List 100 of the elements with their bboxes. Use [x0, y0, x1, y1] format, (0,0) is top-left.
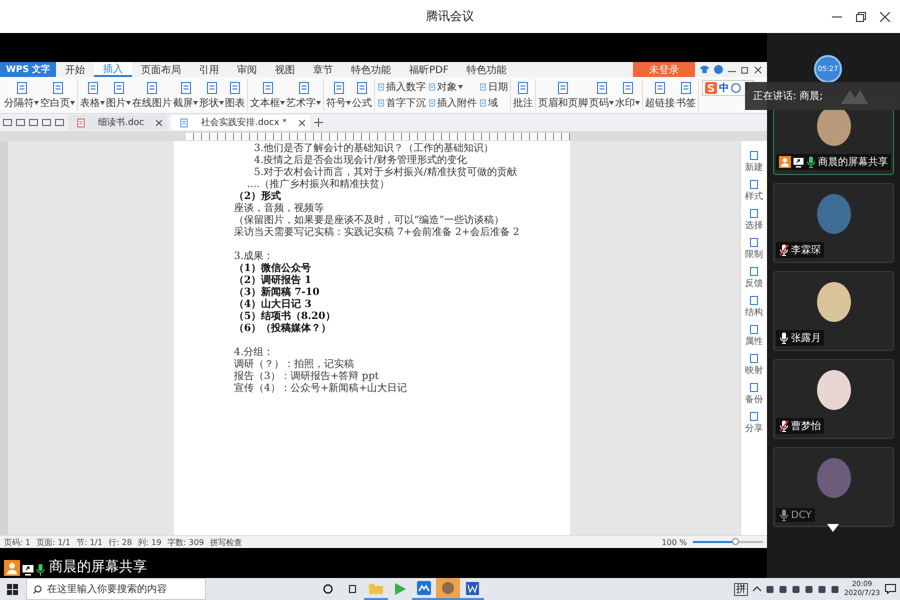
ribbon-tab[interactable]: 福昕PDF [400, 62, 458, 77]
document-icon [332, 80, 346, 94]
participant-name: 张露月 [791, 332, 821, 345]
spell-check-button[interactable]: 拼写检查 [210, 536, 242, 548]
status-item: 节: 1/1 [76, 536, 103, 548]
document-line: 4.疫情之后是否会出现会计/财务管理形式的变化 [253, 155, 468, 166]
toolbar-button[interactable]: 书签 [676, 80, 696, 110]
toolbar-button[interactable]: 分隔符 [4, 80, 39, 110]
document-icon [428, 83, 436, 91]
side-panel-button[interactable]: 选择 [745, 209, 763, 232]
document-icon [653, 80, 667, 94]
ribbon-tab[interactable]: 审阅 [228, 62, 266, 77]
side-panel-button[interactable]: 属性 [745, 325, 763, 348]
plus-icon[interactable] [314, 118, 323, 127]
side-panel-button[interactable]: 映射 [745, 354, 763, 377]
chevron-icon[interactable] [753, 586, 762, 592]
wps-menu-button[interactable]: WPS 文字 [0, 62, 56, 77]
side-panel-button[interactable]: 分享 [745, 412, 763, 435]
ribbon-tab[interactable]: 页面布局 [132, 62, 190, 77]
toolbar-button[interactable]: 艺术字 [286, 80, 321, 110]
caret-icon [609, 100, 614, 104]
notification-icon[interactable] [885, 584, 896, 594]
document-line: 3.他们是否了解会计的基础知识？（工作的基础知识） [253, 143, 495, 154]
toolbar-button[interactable]: 符号 [326, 80, 351, 110]
document-tab[interactable]: 细读书.doc [68, 115, 168, 130]
toolbar-button[interactable]: 插入数字 [377, 80, 426, 94]
toolbar-button[interactable]: 在线图片 [132, 80, 172, 110]
participant-tile[interactable]: DCY [773, 447, 894, 527]
participant-tile[interactable]: 曹梦怡 [773, 359, 894, 439]
ribbon-tab[interactable]: 开始 [56, 62, 94, 77]
document-icon [296, 80, 310, 94]
document-line: （3）新闻稿 7-10 [234, 287, 320, 298]
ribbon-tab[interactable]: 特色功能 [458, 62, 516, 77]
document-icon [750, 267, 758, 276]
toolbar-button[interactable]: 表格 [80, 80, 105, 110]
toolbar-button[interactable]: 图片 [106, 80, 131, 110]
document-line: 调研（？）：拍照，记实稿 [234, 359, 355, 370]
participant-name: 李霖琛 [791, 244, 821, 257]
close-icon[interactable] [298, 120, 305, 126]
close-icon[interactable] [156, 120, 162, 126]
restore-icon[interactable] [741, 66, 749, 74]
document-icon [377, 99, 385, 107]
caret-icon [100, 100, 105, 104]
caret-icon [458, 85, 463, 89]
toolbar-button[interactable]: 公式 [352, 80, 372, 110]
toolbar-button[interactable]: 形状 [199, 80, 224, 110]
side-panel-button[interactable]: 备份 [745, 383, 763, 406]
ribbon-tab[interactable]: 特色功能 [342, 62, 400, 77]
side-panel-button[interactable]: 限制 [745, 238, 763, 261]
caret-icon [280, 100, 285, 104]
toolbar-button[interactable]: 超链接 [645, 80, 675, 110]
ribbon-tab[interactable]: 引用 [190, 62, 228, 77]
input-method-indicator[interactable]: 拼 [734, 582, 748, 596]
toolbar-button[interactable]: 对象 [428, 80, 477, 94]
document-icon [750, 238, 758, 247]
window-grid-icon [6, 584, 18, 594]
document-tab[interactable]: 社会实践安排.docx * [171, 115, 310, 130]
toolbar-button[interactable]: 页码 [589, 80, 614, 110]
input-mode-label[interactable]: 中 [719, 81, 729, 95]
caret-icon [346, 100, 351, 104]
toolbar-button[interactable]: 批注 [513, 80, 533, 110]
document-icon [750, 412, 758, 421]
document-icon [86, 80, 100, 94]
status-item: 列: 19 [138, 536, 162, 548]
document-icon [76, 118, 86, 128]
toolbar-button[interactable]: 页眉和页脚 [538, 80, 588, 110]
scroll-down-icon[interactable] [827, 524, 839, 532]
document-icon [145, 80, 159, 94]
side-panel-button[interactable]: 新建 [745, 151, 763, 174]
screen-share-label: 商晨的屏幕共享 [49, 558, 147, 576]
document-icon [50, 80, 64, 94]
document-line: 4.分组： [234, 347, 275, 359]
side-panel-button[interactable]: 结构 [745, 296, 763, 319]
document-icon [112, 80, 126, 94]
restore-icon[interactable] [856, 12, 866, 22]
toolbar-button[interactable]: 空白页 [40, 80, 75, 110]
ribbon-tab[interactable]: 章节 [304, 62, 342, 77]
document-icon [750, 354, 758, 363]
ribbon-tab[interactable]: 视图 [266, 62, 304, 77]
toolbar-button[interactable]: 首字下沉 [377, 96, 426, 110]
toolbar-button[interactable]: 文本框 [250, 80, 285, 110]
caret-icon [126, 100, 131, 104]
participant-tile[interactable]: 张露月 [773, 271, 894, 351]
document-line: 采访当天需要写记实稿：实践记实稿 7+会前准备 2+会后准备 2 [234, 227, 520, 239]
toolbar-button[interactable]: 域 [479, 96, 508, 110]
caret-icon [219, 100, 224, 104]
toolbar-button[interactable]: 水印 [615, 80, 640, 110]
participant-tile[interactable]: 李霖琛 [773, 183, 894, 263]
toolbar-button[interactable]: 截屏 [173, 80, 198, 110]
close-icon[interactable] [754, 66, 762, 74]
toolbar-button[interactable]: 插入附件 [428, 96, 477, 110]
status-item: 页码: 1 [4, 536, 30, 548]
toolbar-button[interactable]: 图表 [225, 80, 245, 110]
toolbar-button[interactable]: 日期 [479, 80, 508, 94]
shirt-icon[interactable] [700, 65, 709, 74]
side-panel-button[interactable]: 反馈 [745, 267, 763, 290]
close-icon[interactable] [880, 12, 890, 22]
side-panel-button[interactable]: 样式 [745, 180, 763, 203]
ribbon-tab[interactable]: 插入 [94, 62, 132, 77]
document-line: （6）（投稿媒体？） [234, 323, 332, 335]
